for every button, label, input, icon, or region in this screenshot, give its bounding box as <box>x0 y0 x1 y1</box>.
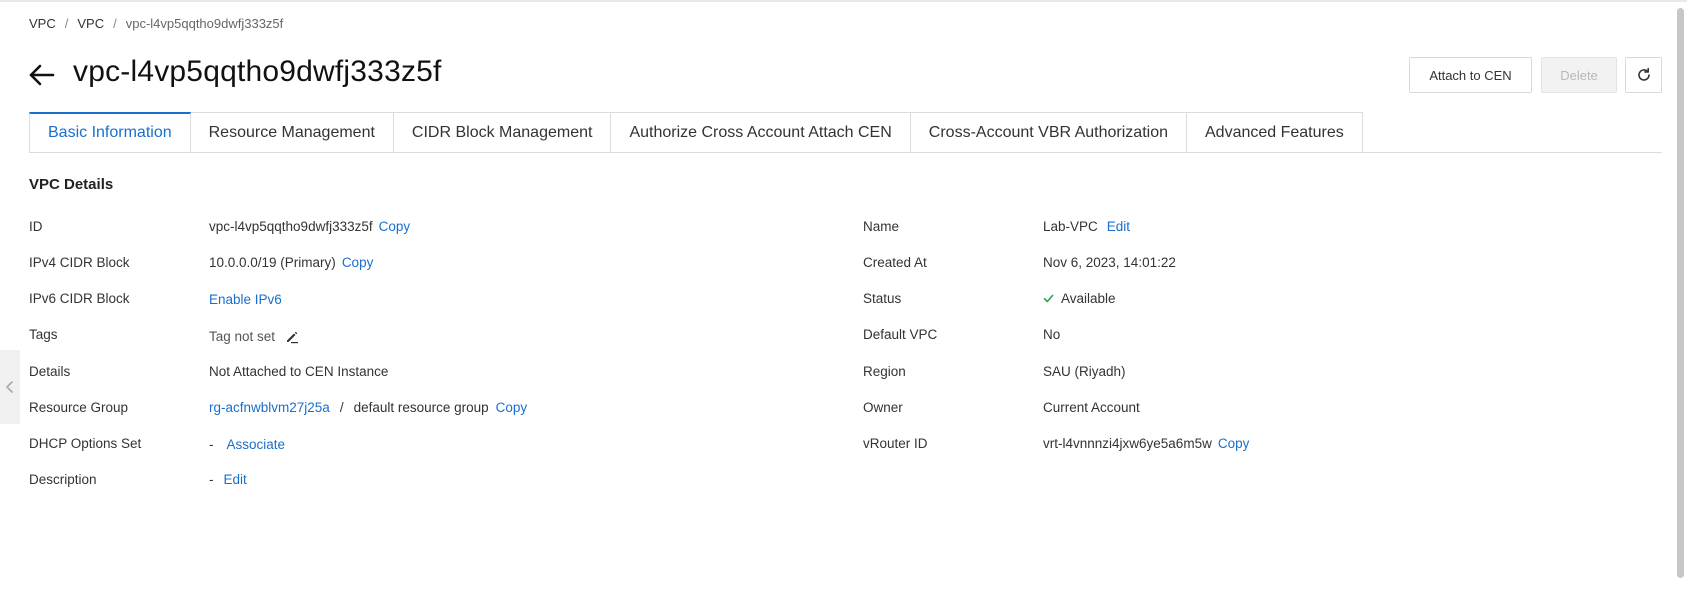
dhcp-value-row: - Associate <box>209 437 285 452</box>
owner-label: Owner <box>863 400 903 415</box>
vpc-details-page: VPC / VPC / vpc-l4vp5qqtho9dwfj333z5f vp… <box>0 0 1687 598</box>
breadcrumb-separator: / <box>64 16 69 31</box>
details-value-row: Not Attached to CEN Instance <box>209 364 388 379</box>
id-value-row: vpc-l4vp5qqtho9dwfj333z5f Copy <box>209 219 410 234</box>
created-at-label: Created At <box>863 255 927 270</box>
default-vpc-value-row: No <box>1043 327 1060 342</box>
name-value-row: Lab-VPC Edit <box>1043 219 1130 234</box>
tab-resource-management[interactable]: Resource Management <box>190 112 394 153</box>
resource-group-separator: / <box>339 400 344 415</box>
description-value-row: - Edit <box>209 472 247 487</box>
resource-group-label: Resource Group <box>29 400 129 415</box>
default-vpc-value: No <box>1043 327 1061 342</box>
associate-dhcp-link[interactable]: Associate <box>227 437 286 452</box>
breadcrumb-vpc-root[interactable]: VPC <box>29 16 56 31</box>
tags-label: Tags <box>29 327 58 342</box>
vrouter-id-value: vrt-l4vnnnzi4jxw6ye5a6m5w <box>1043 436 1212 451</box>
ipv4-label: IPv4 CIDR Block <box>29 255 130 270</box>
breadcrumb-vpc-list[interactable]: VPC <box>77 16 104 31</box>
attach-to-cen-button[interactable]: Attach to CEN <box>1409 57 1532 93</box>
breadcrumb-separator: / <box>113 16 117 31</box>
sidebar-toggle[interactable] <box>0 350 20 424</box>
refresh-button[interactable] <box>1625 57 1662 93</box>
top-border <box>0 0 1687 2</box>
vertical-scrollbar[interactable] <box>1677 8 1684 578</box>
ipv6-value-row: Enable IPv6 <box>209 292 282 307</box>
vrouter-label: vRouter ID <box>863 436 928 451</box>
status-label: Status <box>863 291 902 306</box>
enable-ipv6-link[interactable]: Enable IPv6 <box>209 292 282 307</box>
region-value: SAU (Riyadh) <box>1043 364 1126 379</box>
chevron-left-icon <box>6 381 13 393</box>
region-label: Region <box>863 364 906 379</box>
ipv6-label: IPv6 CIDR Block <box>29 291 130 306</box>
tab-bar: Basic Information Resource Management CI… <box>29 112 1363 153</box>
tab-advanced-features[interactable]: Advanced Features <box>1187 112 1363 153</box>
description-value: - <box>209 472 214 487</box>
dhcp-value: - <box>209 437 214 452</box>
edit-description-link[interactable]: Edit <box>224 472 247 487</box>
created-at-value-row: Nov 6, 2023, 14:01:22 <box>1043 255 1176 270</box>
refresh-icon <box>1637 67 1650 81</box>
pencil-icon[interactable] <box>285 330 299 344</box>
vrouter-value-row: vrt-l4vnnnzi4jxw6ye5a6m5w Copy <box>1043 436 1249 451</box>
details-label: Details <box>29 364 71 379</box>
tags-value: Tag not set <box>209 329 276 344</box>
tabs-divider <box>29 152 1662 153</box>
check-icon <box>1043 294 1054 303</box>
copy-id-link[interactable]: Copy <box>379 219 411 234</box>
page-title: vpc-l4vp5qqtho9dwfj333z5f <box>73 55 442 88</box>
ipv4-cidr-value: 10.0.0.0/19 (Primary) <box>209 255 336 270</box>
status-value: Available <box>1061 291 1116 306</box>
tab-cross-account-vbr-authorization[interactable]: Cross-Account VBR Authorization <box>910 112 1187 153</box>
status-value-row: Available <box>1043 291 1116 306</box>
breadcrumb-current: vpc-l4vp5qqtho9dwfj333z5f <box>125 16 284 31</box>
description-label: Description <box>29 472 97 487</box>
section-title: VPC Details <box>29 176 114 193</box>
breadcrumb: VPC / VPC / vpc-l4vp5qqtho9dwfj333z5f <box>29 16 283 31</box>
tags-value-row: Tag not set <box>209 329 299 344</box>
ipv4-value-row: 10.0.0.0/19 (Primary) Copy <box>209 255 373 270</box>
copy-resource-group-link[interactable]: Copy <box>496 400 528 415</box>
resource-group-id-link[interactable]: rg-acfnwblvm27j25a <box>209 400 330 415</box>
dhcp-label: DHCP Options Set <box>29 436 142 451</box>
copy-ipv4-link[interactable]: Copy <box>342 255 374 270</box>
resource-group-value-row: rg-acfnwblvm27j25a / default resource gr… <box>209 400 527 415</box>
tab-basic-information[interactable]: Basic Information <box>29 112 191 153</box>
tab-authorize-cross-account-attach-cen[interactable]: Authorize Cross Account Attach CEN <box>611 112 911 153</box>
name-label: Name <box>863 219 900 234</box>
cen-status-value: Not Attached to CEN Instance <box>209 364 389 379</box>
tab-cidr-block-management[interactable]: CIDR Block Management <box>393 112 612 153</box>
delete-button[interactable]: Delete <box>1541 57 1617 93</box>
arrow-left-icon[interactable] <box>27 60 57 90</box>
owner-value-row: Current Account <box>1043 400 1140 415</box>
vpc-id-value: vpc-l4vp5qqtho9dwfj333z5f <box>209 219 373 234</box>
copy-vrouter-link[interactable]: Copy <box>1218 436 1250 451</box>
owner-value: Current Account <box>1043 400 1140 415</box>
region-value-row: SAU (Riyadh) <box>1043 364 1126 379</box>
vpc-name-value: Lab-VPC <box>1043 219 1098 234</box>
edit-name-link[interactable]: Edit <box>1107 219 1130 234</box>
created-at-value: Nov 6, 2023, 14:01:22 <box>1043 255 1176 270</box>
default-vpc-label: Default VPC <box>863 327 938 342</box>
id-label: ID <box>29 219 43 234</box>
resource-group-name: default resource group <box>353 400 489 415</box>
